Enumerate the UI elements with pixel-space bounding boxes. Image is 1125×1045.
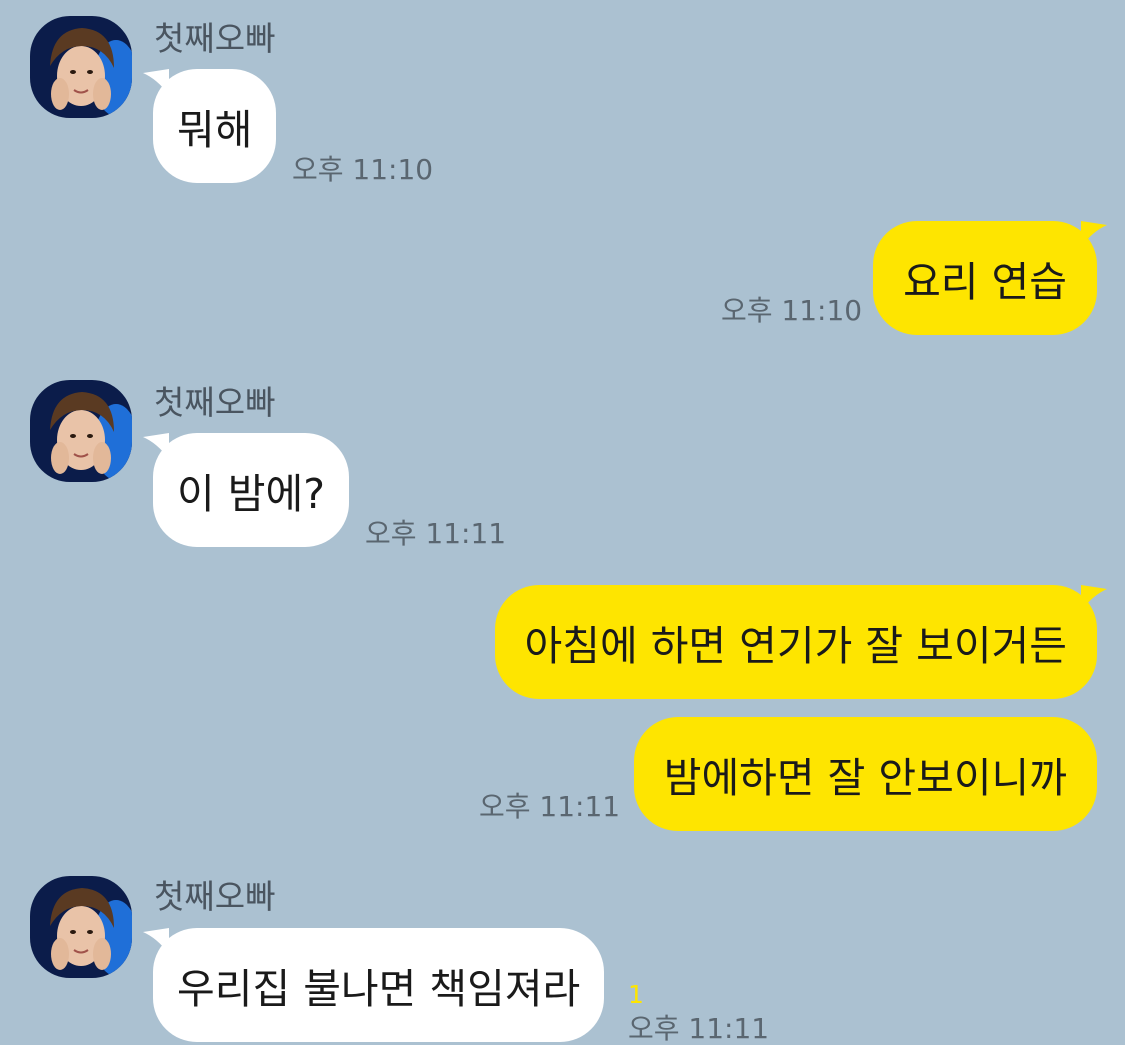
profile-photo-icon: [30, 380, 132, 482]
message-text: 아침에 하면 연기가 잘 보이거든: [524, 622, 1068, 670]
message-text: 요리 연습: [903, 258, 1067, 306]
sender-name: 첫째오빠: [154, 19, 276, 58]
sender-name: 첫째오빠: [154, 383, 276, 422]
sender-avatar[interactable]: [30, 16, 132, 118]
message-time: 오후 11:10: [292, 153, 434, 186]
bubble-tail-icon: [1081, 585, 1107, 611]
message-text: 밤에하면 잘 안보이니까: [663, 754, 1067, 802]
message-bubble-outgoing[interactable]: 요리 연습: [873, 221, 1107, 335]
profile-photo-icon: [30, 16, 132, 118]
sender-name: 첫째오빠: [154, 877, 276, 916]
message-time: 오후 11:10: [721, 294, 863, 327]
message-text: 뭐해: [177, 106, 253, 154]
message-bubble-outgoing[interactable]: 밤에하면 잘 안보이니까: [633, 717, 1097, 831]
bubble-tail-icon: [143, 69, 169, 95]
message-time: 오후 11:11: [628, 1012, 770, 1045]
bubble-tail-icon: [1081, 221, 1107, 247]
bubble-tail-icon: [143, 928, 169, 954]
message-bubble-outgoing[interactable]: 아침에 하면 연기가 잘 보이거든: [494, 585, 1107, 699]
message-time: 오후 11:11: [365, 517, 507, 550]
unread-count: 1: [628, 980, 644, 1009]
sender-avatar[interactable]: [30, 380, 132, 482]
message-bubble-incoming[interactable]: 뭐해: [143, 69, 277, 183]
bubble-tail-icon: [143, 433, 169, 459]
message-text: 이 밤에?: [177, 470, 325, 518]
message-text: 우리집 불나면 책임져라: [177, 965, 581, 1013]
sender-avatar[interactable]: [30, 876, 132, 978]
profile-photo-icon: [30, 876, 132, 978]
message-bubble-incoming[interactable]: 우리집 불나면 책임져라: [143, 928, 605, 1042]
message-bubble-incoming[interactable]: 이 밤에?: [143, 433, 349, 547]
message-time: 오후 11:11: [479, 790, 621, 823]
